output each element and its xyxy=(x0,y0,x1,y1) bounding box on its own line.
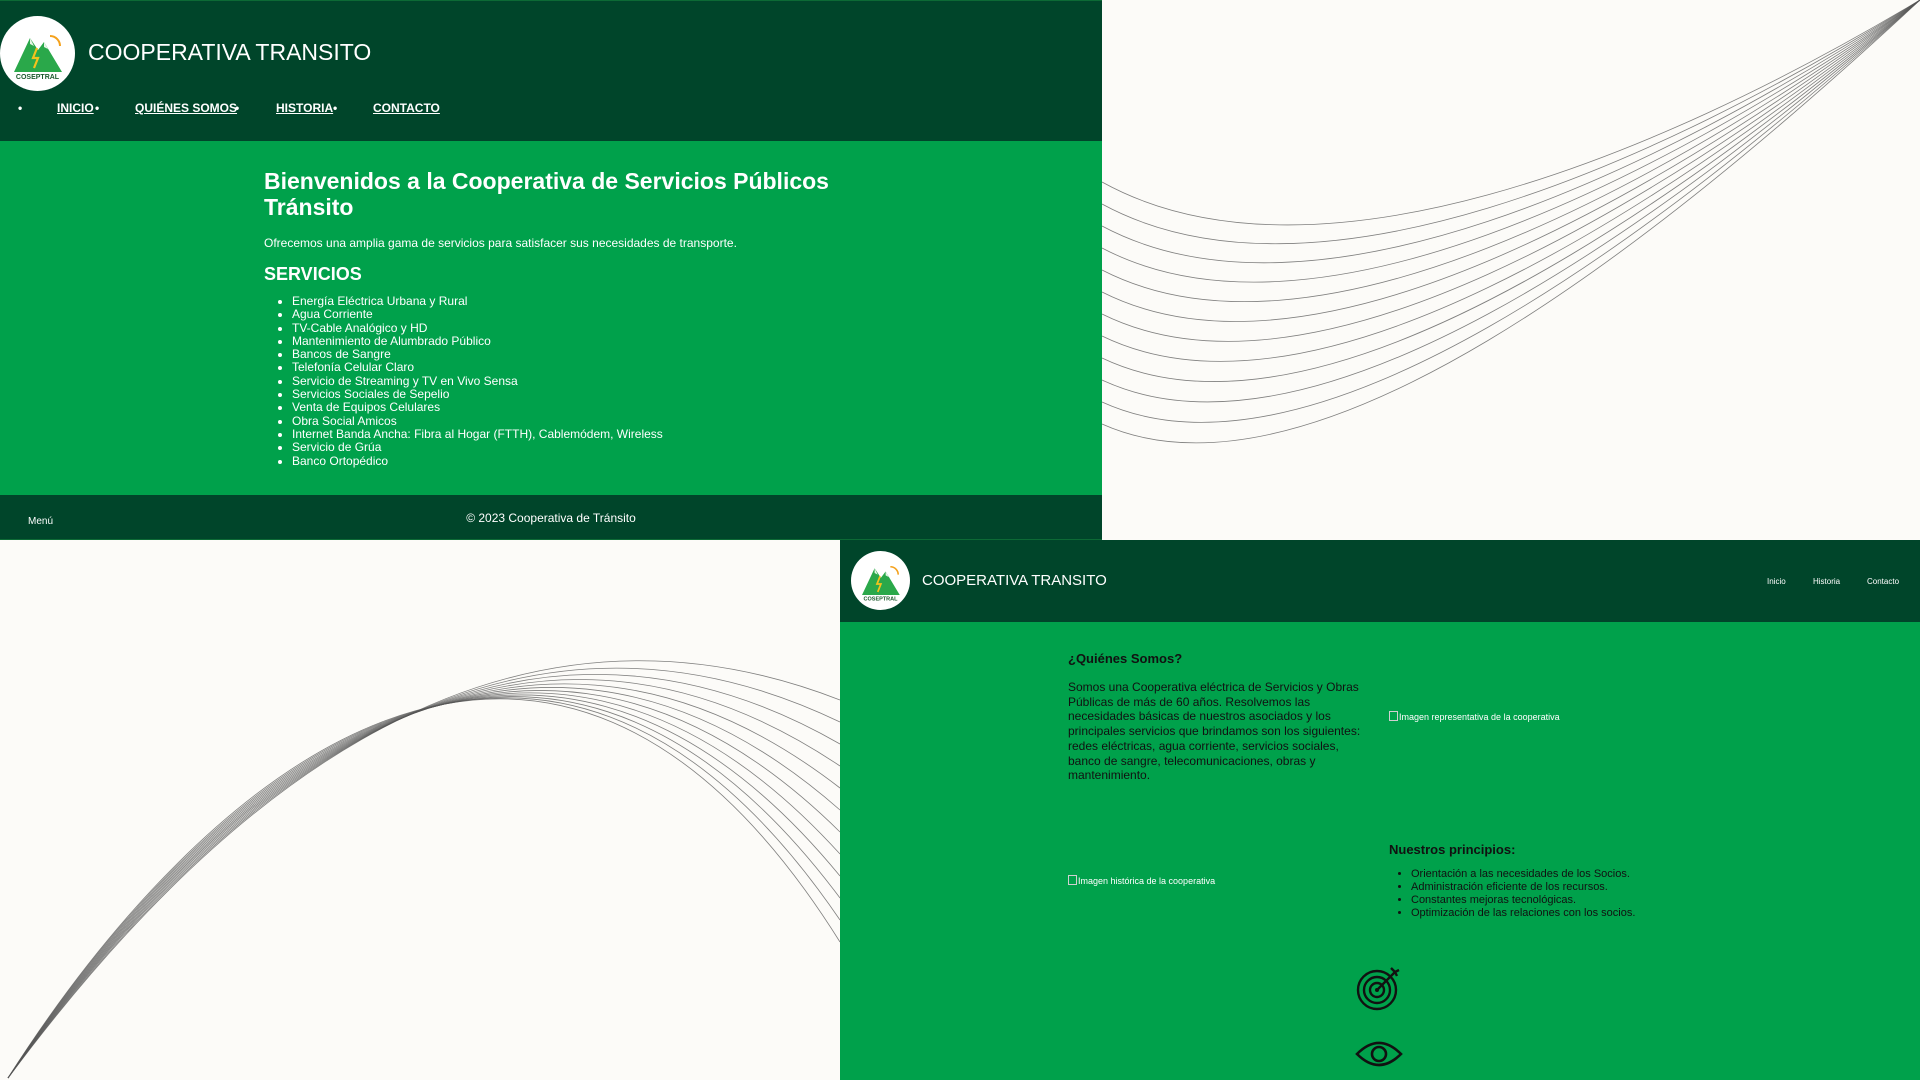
nav-link-inicio[interactable]: Inicio xyxy=(1767,577,1786,586)
target-icon xyxy=(1356,967,1400,1011)
decorative-curve xyxy=(1101,0,1920,283)
cooperative-image: Imagen representativa de la cooperativa xyxy=(1389,711,1560,722)
decorative-curve xyxy=(1101,0,1920,322)
decorative-curve xyxy=(1101,0,1920,226)
decorative-curve xyxy=(7,694,841,1079)
broken-image-icon xyxy=(1389,711,1398,721)
principios-list: Orientación a las necesidades de los Soc… xyxy=(1389,868,1635,920)
site-title: COOPERATIVA TRANSITO xyxy=(88,39,372,65)
list-item: Orientación a las necesidades de los Soc… xyxy=(1411,868,1635,881)
services-heading: SERVICIOS xyxy=(264,264,362,284)
nav-link-contacto[interactable]: CONTACTO xyxy=(373,101,440,115)
decorative-curve xyxy=(7,667,841,1079)
list-item: Servicio de Streaming y TV en Vivo Sensa xyxy=(292,374,864,388)
decorative-curve xyxy=(1101,0,1920,245)
home-header: COSEPTRAL COOPERATIVA TRANSITO • INICIO … xyxy=(0,0,1102,141)
decorative-curve xyxy=(7,687,841,1079)
list-item: Bancos de Sangre xyxy=(292,347,864,361)
list-item: Optimización de las relaciones con los s… xyxy=(1411,907,1635,920)
list-item: TV-Cable Analógico y HD xyxy=(292,321,864,335)
decorative-curve xyxy=(1101,0,1920,362)
decorative-curve xyxy=(7,674,841,1079)
decorative-curve xyxy=(1101,0,1920,264)
decorative-curve xyxy=(7,692,841,1079)
about-page: COSEPTRAL COOPERATIVA TRANSITO Inicio Hi… xyxy=(840,540,1920,1080)
list-item: Administración eficiente de los recursos… xyxy=(1411,881,1635,894)
decorative-curve xyxy=(7,660,841,1079)
decorative-curve xyxy=(7,683,841,1079)
site-title: COOPERATIVA TRANSITO xyxy=(922,572,1107,589)
svg-text:COSEPTRAL: COSEPTRAL xyxy=(16,74,60,81)
decorative-curve xyxy=(7,698,841,1079)
eye-icon xyxy=(1355,1041,1403,1067)
decorative-curve xyxy=(7,696,841,1079)
nav-bullet: • xyxy=(95,101,100,115)
list-item: Venta de Equipos Celulares xyxy=(292,401,864,415)
copyright-text: © 2023 Cooperativa de Tránsito xyxy=(466,511,636,525)
services-list: Energía Eléctrica Urbana y Rural Agua Co… xyxy=(264,294,864,468)
quienes-somos-text: Somos una Cooperativa eléctrica de Servi… xyxy=(1068,680,1361,783)
decorative-curve xyxy=(7,690,841,1079)
list-item: Agua Corriente xyxy=(292,307,864,321)
historic-image: Imagen histórica de la cooperativa xyxy=(1068,875,1215,886)
principios-heading: Nuestros principios: xyxy=(1389,842,1516,857)
list-item: Mantenimiento de Alumbrado Público xyxy=(292,334,864,348)
decorative-curve xyxy=(7,697,841,1079)
decorative-curve xyxy=(1101,0,1920,342)
list-item: Constantes mejoras tecnológicas. xyxy=(1411,894,1635,907)
intro-text: Ofrecemos una amplia gama de servicios p… xyxy=(264,236,737,250)
decorative-curve xyxy=(1101,0,1920,382)
nav-bullet: • xyxy=(18,101,23,115)
list-item: Banco Ortopédico xyxy=(292,454,864,468)
decorative-curve xyxy=(1101,0,1920,302)
broken-image-icon xyxy=(1068,875,1077,885)
coseptral-logo[interactable]: COSEPTRAL xyxy=(851,551,910,610)
nav-link-inicio[interactable]: INICIO xyxy=(57,101,94,115)
home-main: Bienvenidos a la Cooperativa de Servicio… xyxy=(264,168,864,468)
image-alt-text: Imagen histórica de la cooperativa xyxy=(1078,876,1216,886)
list-item: Servicios Sociales de Sepelio xyxy=(292,387,864,401)
list-item: Servicio de Grúa xyxy=(292,440,864,454)
nav-link-contacto[interactable]: Contacto xyxy=(1867,577,1899,586)
list-item: Energía Eléctrica Urbana y Rural xyxy=(292,294,864,308)
nav-bullet: • xyxy=(235,101,240,115)
nav-bullet: • xyxy=(333,101,338,115)
list-item: Telefonía Celular Claro xyxy=(292,361,864,375)
nav-link-quienes-somos[interactable]: QUIÉNES SOMOS xyxy=(135,101,237,115)
nav-link-historia[interactable]: Historia xyxy=(1813,577,1840,586)
quienes-somos-heading: ¿Quiénes Somos? xyxy=(1068,651,1183,666)
image-alt-text: Imagen representativa de la cooperativa xyxy=(1399,712,1560,722)
list-item: Internet Banda Ancha: Fibra al Hogar (FT… xyxy=(292,427,864,441)
welcome-heading: Bienvenidos a la Cooperativa de Servicio… xyxy=(264,168,829,220)
nav-link-historia[interactable]: HISTORIA xyxy=(276,101,333,115)
home-footer: Menú © 2023 Cooperativa de Tránsito xyxy=(0,495,1102,540)
list-item: Obra Social Amicos xyxy=(292,414,864,428)
decorative-curve xyxy=(7,679,841,1079)
about-header: COSEPTRAL COOPERATIVA TRANSITO Inicio Hi… xyxy=(840,540,1920,622)
svg-text:COSEPTRAL: COSEPTRAL xyxy=(864,597,899,603)
decorative-curve xyxy=(1101,0,1920,423)
coseptral-logo[interactable]: COSEPTRAL xyxy=(0,16,75,91)
home-page: COSEPTRAL COOPERATIVA TRANSITO • INICIO … xyxy=(0,0,1102,540)
